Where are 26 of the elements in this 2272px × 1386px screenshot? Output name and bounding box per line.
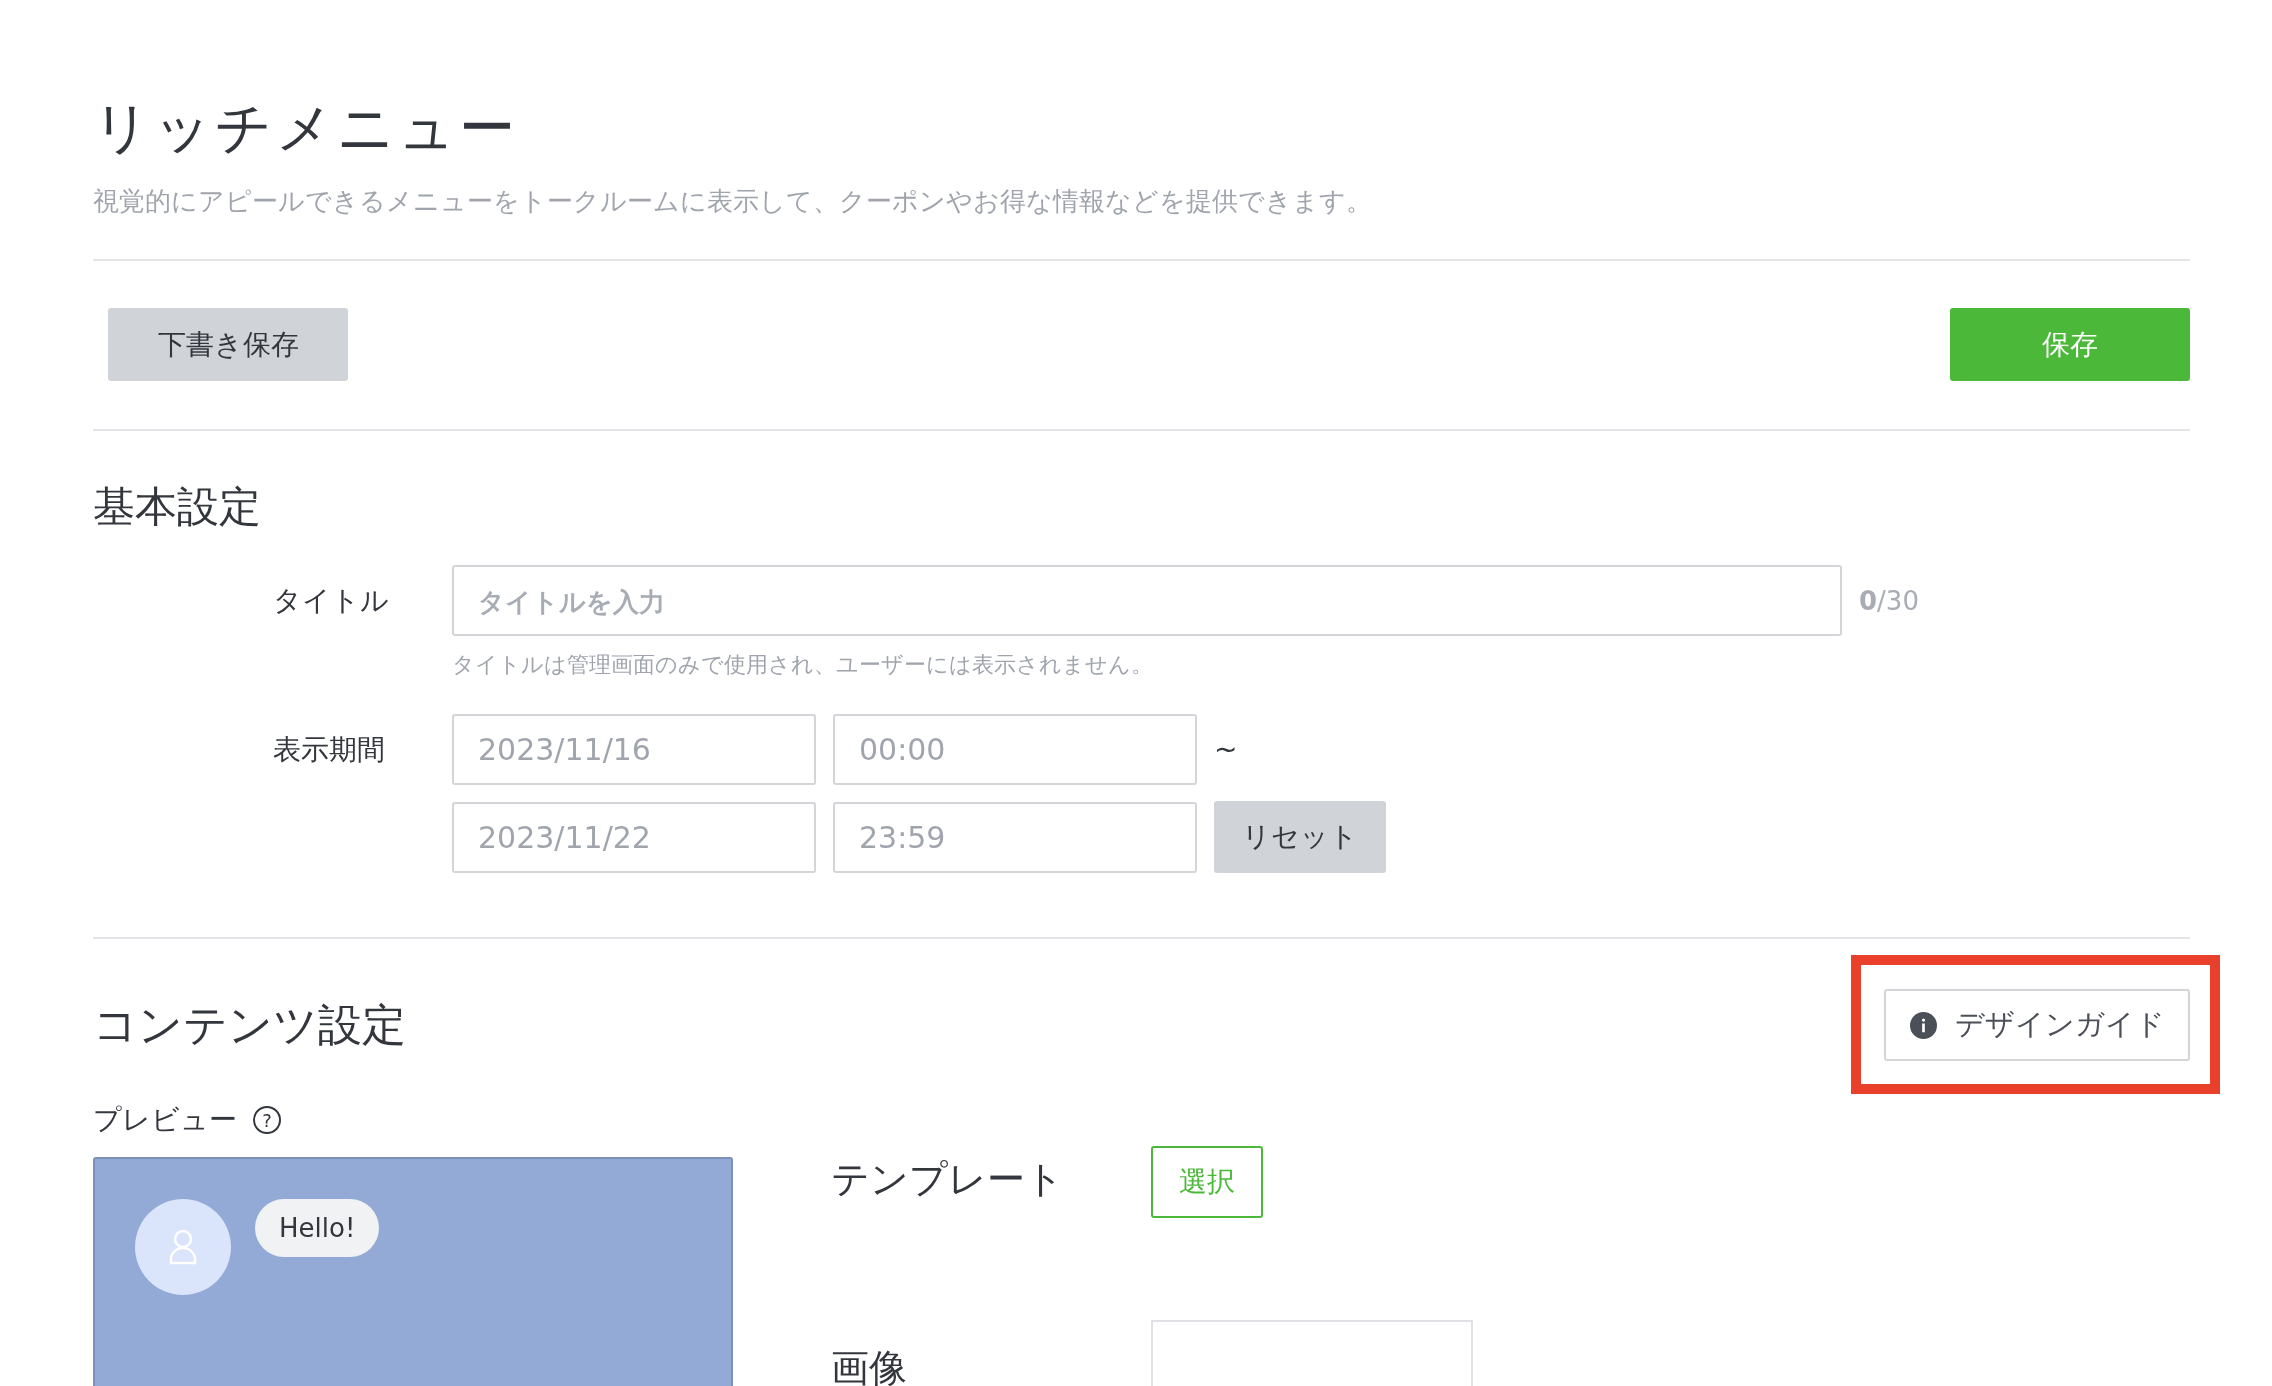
character-count: 0/30 <box>1859 585 1919 616</box>
help-icon[interactable]: ? <box>253 1106 281 1134</box>
title-input-field[interactable]: タイトルを入力 <box>452 565 1842 636</box>
start-date-field[interactable]: 2023/11/16 <box>452 714 816 785</box>
draft-save-button[interactable]: 下書き保存 <box>108 308 348 381</box>
message-bubble: Hello! <box>255 1199 380 1257</box>
field-hint: タイトルは管理画面のみで使用され、ユーザーには表示されません。 <box>452 651 1154 679</box>
save-button[interactable]: 保存 <box>1950 308 2190 381</box>
field-label: 表示期間 <box>272 732 386 768</box>
design-guide-button[interactable]: デザインガイド <box>1884 989 2190 1061</box>
image-label: 画像 <box>831 1345 908 1386</box>
end-date-field[interactable]: 2023/11/22 <box>452 801 816 873</box>
range-separator: ~ <box>1214 733 1238 766</box>
select-button[interactable]: 選択 <box>1151 1146 1263 1218</box>
reset-button[interactable]: リセット <box>1214 801 1386 873</box>
template-label: テンプレート <box>831 1156 1065 1203</box>
start-time-field[interactable]: 00:00 <box>833 714 1197 785</box>
end-time-field[interactable]: 23:59 <box>833 801 1197 873</box>
section-heading: コンテンツ設定 <box>93 998 406 1052</box>
info-icon <box>1909 1011 1937 1039</box>
preview-label: プレビュー <box>93 1102 237 1138</box>
avatar-icon <box>135 1199 231 1295</box>
section-heading: 基本設定 <box>93 481 262 533</box>
field-label: タイトル <box>272 583 390 619</box>
page-description: 視覚的にアピールできるメニューをトークルームに表示して、クーポンやお得な情報などを提供できます。 <box>93 185 1373 218</box>
page-title: リッチメニュー <box>93 94 520 162</box>
